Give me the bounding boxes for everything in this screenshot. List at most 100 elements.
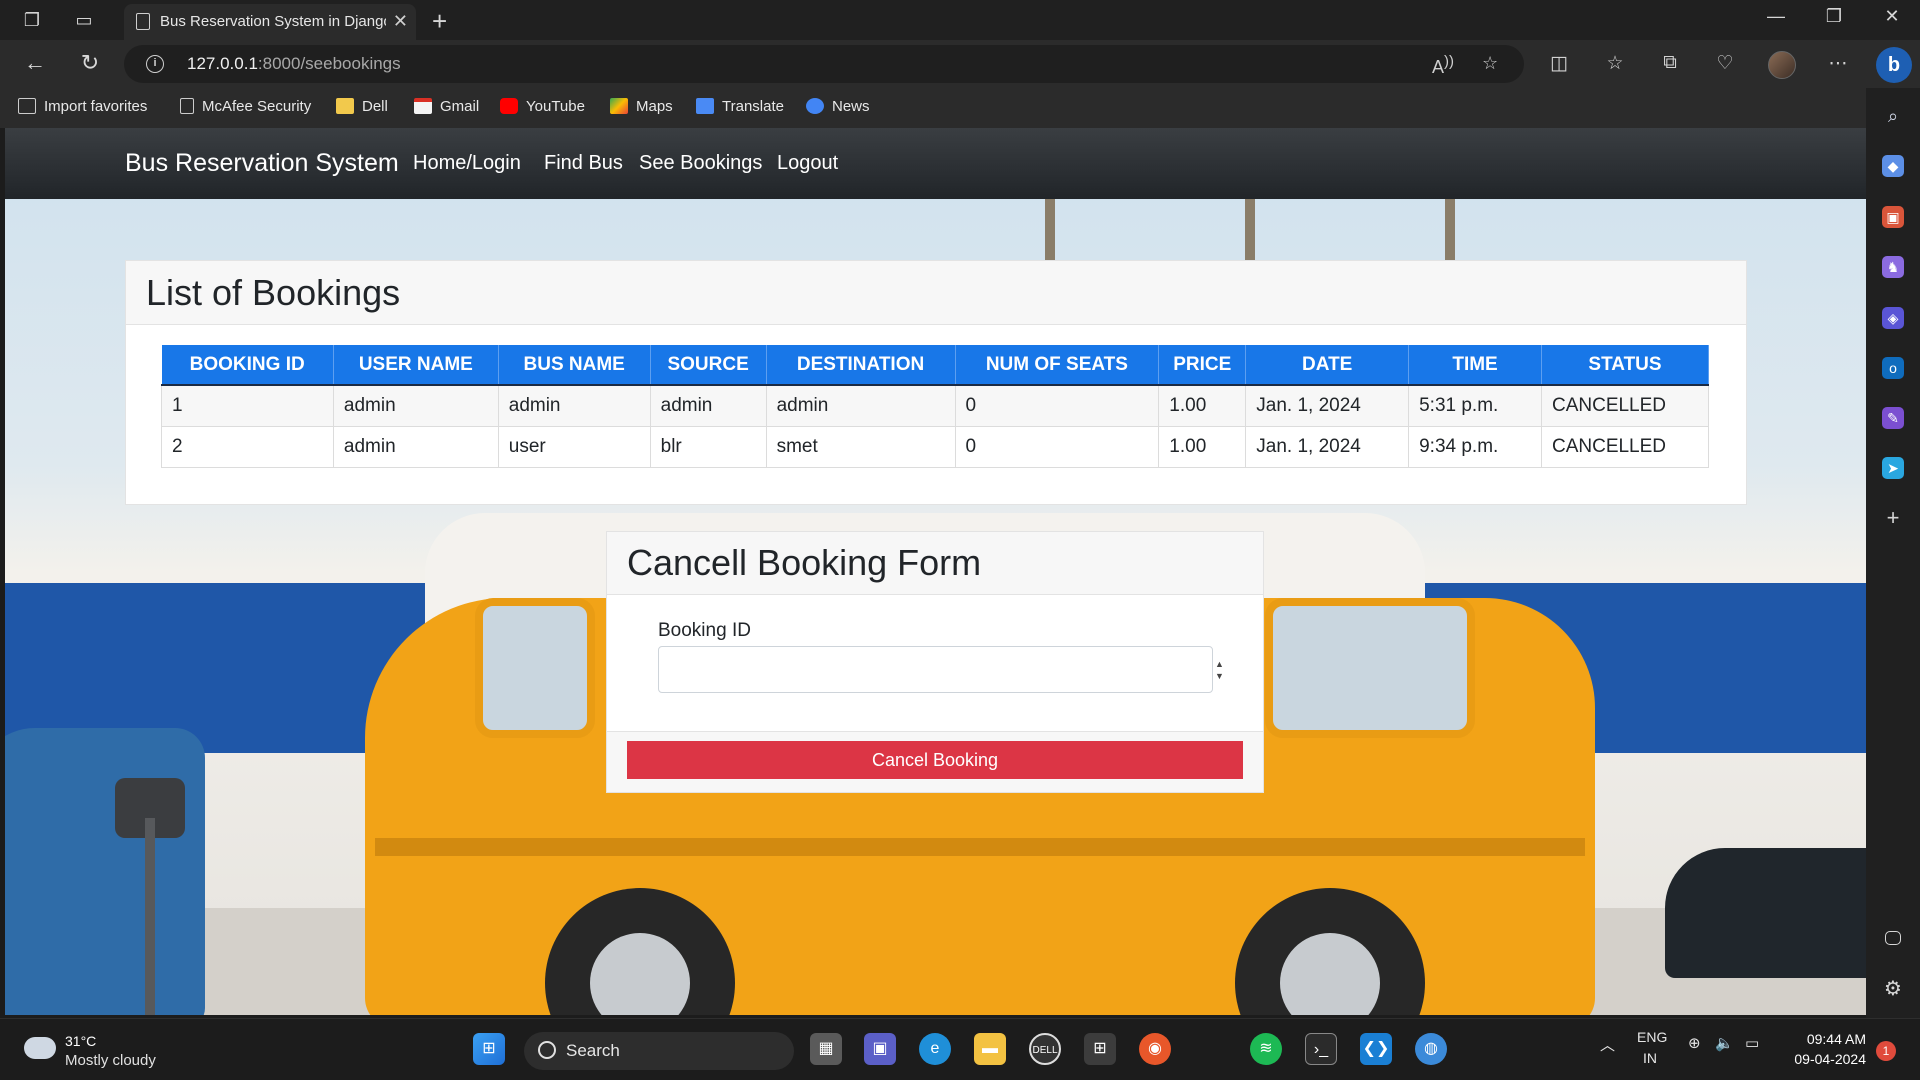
number-spinner-icon[interactable]: ▲ ▼ bbox=[1190, 658, 1249, 682]
background-van-bumper bbox=[375, 838, 1585, 856]
split-screen-icon[interactable]: ◫ bbox=[1545, 52, 1573, 75]
task-view-icon[interactable]: ▦ bbox=[810, 1033, 842, 1065]
new-tab-icon[interactable]: + bbox=[432, 6, 447, 37]
windows-taskbar: 31°C Mostly cloudy ⊞ Search ▦ ▣ e ▬ DELL… bbox=[0, 1018, 1920, 1080]
dell-icon[interactable]: DELL bbox=[1029, 1033, 1061, 1065]
background-car-right bbox=[1665, 848, 1866, 978]
site-brand[interactable]: Bus Reservation System bbox=[125, 149, 399, 178]
network-icon[interactable]: ⊕ bbox=[1688, 1034, 1701, 1052]
nav-home-login[interactable]: Home/Login bbox=[413, 152, 521, 175]
read-aloud-icon[interactable]: A)) bbox=[1432, 53, 1454, 78]
app-globe-icon[interactable]: ◍ bbox=[1415, 1033, 1447, 1065]
page-icon bbox=[180, 98, 194, 114]
send-icon[interactable]: ➤ bbox=[1882, 457, 1904, 479]
outlook-icon[interactable]: o bbox=[1882, 357, 1904, 379]
translate-icon bbox=[696, 98, 714, 114]
lang-bottom[interactable]: IN bbox=[1643, 1050, 1657, 1066]
address-bar[interactable]: i 127.0.0.1:8000/seebookings A)) ☆ bbox=[124, 45, 1524, 83]
booking-id-label: Booking ID bbox=[658, 620, 751, 641]
weather-desc[interactable]: Mostly cloudy bbox=[65, 1052, 156, 1069]
teams-icon[interactable]: ▣ bbox=[864, 1033, 896, 1065]
weather-temp[interactable]: 31°C bbox=[65, 1033, 96, 1049]
fav-mcafee[interactable]: McAfee Security bbox=[180, 98, 311, 115]
store-icon[interactable]: ⊞ bbox=[1084, 1033, 1116, 1065]
fav-dell[interactable]: Dell bbox=[336, 98, 388, 115]
copilot-icon[interactable]: b bbox=[1876, 47, 1912, 83]
tools-icon[interactable]: ▣ bbox=[1882, 206, 1904, 228]
battery-icon[interactable]: ▭ bbox=[1745, 1034, 1759, 1052]
more-menu-icon[interactable]: ⋯ bbox=[1824, 52, 1852, 75]
favorites-icon[interactable]: ☆ bbox=[1601, 52, 1629, 75]
designer-icon[interactable]: ✎ bbox=[1882, 407, 1904, 429]
cell-num-of-seats: 0 bbox=[954, 384, 1160, 427]
background-car-left bbox=[5, 728, 205, 1015]
bookings-title: List of Bookings bbox=[146, 272, 401, 313]
settings-gear-icon[interactable]: ⚙ bbox=[1882, 978, 1904, 1000]
notification-badge[interactable]: 1 bbox=[1876, 1041, 1896, 1061]
site-info-icon[interactable]: i bbox=[146, 55, 164, 73]
nav-find-bus[interactable]: Find Bus bbox=[544, 152, 623, 175]
shopping-icon[interactable]: ◆ bbox=[1882, 155, 1904, 177]
hide-sidebar-icon[interactable] bbox=[1885, 931, 1901, 945]
spotify-icon[interactable]: ≋ bbox=[1250, 1033, 1282, 1065]
games-icon[interactable]: ♞ bbox=[1882, 256, 1904, 278]
add-sidebar-icon[interactable]: + bbox=[1882, 507, 1904, 529]
lang-top[interactable]: ENG bbox=[1637, 1029, 1667, 1045]
sidebar-search-icon[interactable]: ⌕ bbox=[1882, 105, 1904, 127]
cancel-booking-button[interactable]: Cancel Booking bbox=[627, 741, 1243, 779]
fav-youtube[interactable]: YouTube bbox=[500, 98, 585, 115]
cell-user-name: admin bbox=[332, 384, 499, 427]
bookings-card-header: List of Bookings bbox=[126, 261, 1746, 325]
edge-icon[interactable]: e bbox=[919, 1033, 951, 1065]
fav-maps[interactable]: Maps bbox=[610, 98, 673, 115]
table-row: 1 admin admin admin admin 0 1.00 Jan. 1,… bbox=[161, 384, 1710, 427]
clock-date[interactable]: 09-04-2024 bbox=[1786, 1051, 1866, 1067]
fav-translate[interactable]: Translate bbox=[696, 98, 784, 115]
search-icon bbox=[538, 1041, 556, 1059]
bookings-card: List of Bookings BOOKING ID USER NAME BU… bbox=[125, 260, 1747, 505]
cell-num-of-seats: 0 bbox=[954, 425, 1160, 468]
fav-gmail[interactable]: Gmail bbox=[414, 98, 479, 115]
minimize-icon[interactable]: — bbox=[1756, 6, 1796, 27]
nav-logout[interactable]: Logout bbox=[777, 152, 838, 175]
refresh-icon[interactable]: ↻ bbox=[75, 50, 105, 76]
cell-date: Jan. 1, 2024 bbox=[1245, 425, 1410, 468]
workspaces-icon[interactable]: ❐ bbox=[20, 8, 44, 32]
background-parking-meter-pole bbox=[145, 818, 155, 1015]
cell-bus-name: user bbox=[497, 425, 651, 468]
url-text[interactable]: 127.0.0.1:8000/seebookings bbox=[187, 54, 401, 74]
cell-source: admin bbox=[649, 384, 767, 427]
browser-essentials-icon[interactable]: ♡ bbox=[1711, 52, 1739, 75]
back-icon[interactable]: ← bbox=[20, 50, 50, 76]
clock-time[interactable]: 09:44 AM bbox=[1800, 1031, 1866, 1047]
fav-news[interactable]: News bbox=[806, 98, 870, 115]
start-icon[interactable]: ⊞ bbox=[473, 1033, 505, 1065]
fav-import-favorites[interactable]: Import favorites bbox=[18, 98, 147, 115]
copilot-sidebar-icon[interactable]: ◈ bbox=[1882, 307, 1904, 329]
firefox-icon[interactable]: ◉ bbox=[1139, 1033, 1171, 1065]
profile-avatar[interactable] bbox=[1768, 51, 1796, 79]
col-destination: DESTINATION bbox=[766, 345, 956, 386]
file-explorer-icon[interactable]: ▬ bbox=[974, 1033, 1006, 1065]
page-viewport: Bus Reservation System Home/Login Find B… bbox=[5, 128, 1866, 1015]
nav-see-bookings[interactable]: See Bookings bbox=[639, 152, 762, 175]
gmail-icon bbox=[414, 98, 432, 114]
browser-tab-active[interactable]: Bus Reservation System in Django ✕ bbox=[124, 4, 416, 40]
taskbar-search[interactable]: Search bbox=[524, 1032, 794, 1070]
favorite-star-icon[interactable]: ☆ bbox=[1482, 53, 1498, 74]
window-close-icon[interactable]: ✕ bbox=[1872, 6, 1912, 27]
cell-price: 1.00 bbox=[1158, 384, 1247, 427]
cell-source: blr bbox=[649, 425, 767, 468]
vscode-icon[interactable]: ❮❯ bbox=[1360, 1033, 1392, 1065]
volume-icon[interactable]: 🔈 bbox=[1715, 1034, 1734, 1052]
tray-overflow-icon[interactable]: ︿ bbox=[1600, 1034, 1615, 1055]
collections-icon[interactable]: ⧉ bbox=[1656, 52, 1684, 74]
cloud-icon[interactable] bbox=[24, 1037, 56, 1059]
booking-id-input[interactable] bbox=[658, 646, 1213, 693]
vertical-tabs-icon[interactable]: ▭ bbox=[72, 8, 96, 32]
close-tab-icon[interactable]: ✕ bbox=[393, 11, 408, 32]
restore-icon[interactable]: ❐ bbox=[1814, 6, 1854, 27]
background-van-window bbox=[475, 598, 595, 738]
terminal-icon[interactable]: ›_ bbox=[1305, 1033, 1337, 1065]
youtube-icon bbox=[500, 98, 518, 114]
